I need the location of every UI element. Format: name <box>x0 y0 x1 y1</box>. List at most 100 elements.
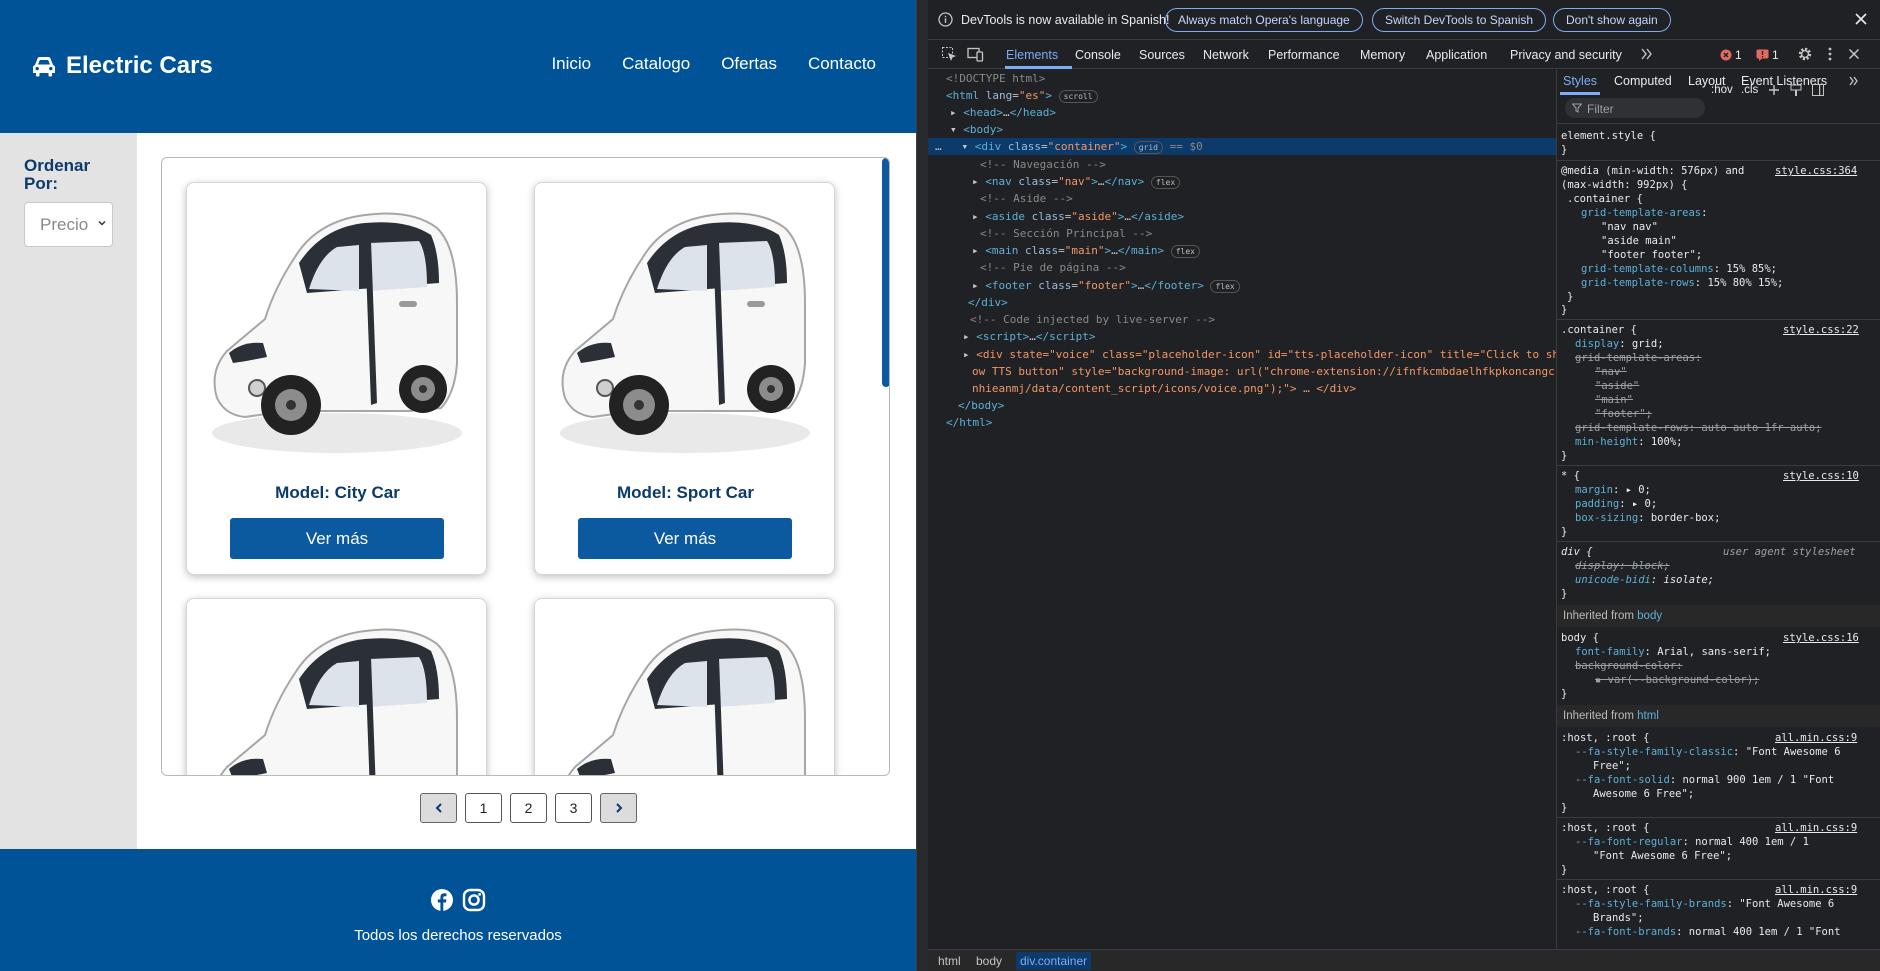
tab-sources[interactable]: Sources <box>1139 48 1185 62</box>
dom-node-container-selected[interactable]: … ▾ <div class="container"> grid == $0 <box>928 138 1556 155</box>
decl-background-color[interactable]: background-color: <box>1575 659 1682 673</box>
tab-privacy-security[interactable]: Privacy and security <box>1510 48 1622 62</box>
see-more-button[interactable]: Ver más <box>578 518 792 559</box>
dom-node-footer[interactable]: ▸ <footer class="footer">…</footer> flex <box>972 277 1240 294</box>
page-button-3[interactable]: 3 <box>555 793 592 823</box>
dom-node-html-close[interactable]: </html> <box>946 414 992 431</box>
dom-node-body[interactable]: ▾ <body> <box>950 121 1003 138</box>
dom-node-head[interactable]: ▸ <head>…</head> <box>950 104 1056 121</box>
decl-min-height[interactable]: min-height: 100%; <box>1575 435 1682 449</box>
kebab-menu-icon[interactable] <box>1822 46 1838 62</box>
issues-icon[interactable] <box>1756 49 1769 61</box>
source-link-all-min[interactable]: all.min.css:9 <box>1775 821 1857 835</box>
flex-badge[interactable]: flex <box>1170 244 1200 258</box>
more-tabs-icon[interactable] <box>1640 47 1654 61</box>
tab-application[interactable]: Application <box>1426 48 1487 62</box>
see-more-button[interactable]: Ver más <box>230 518 444 559</box>
rule-universal[interactable]: * {style.css:10 <box>1561 469 1877 483</box>
next-page-button[interactable] <box>600 793 637 823</box>
dom-node-main[interactable]: ▸ <main class="main">…</main> flex <box>972 242 1200 259</box>
error-count[interactable]: 1 <box>1735 48 1742 62</box>
flex-badge[interactable]: flex <box>1210 279 1240 293</box>
decl-grid-template-columns[interactable]: grid-template-columns: 15% 85%; <box>1581 262 1777 276</box>
dom-node-aside[interactable]: ▸ <aside class="aside">…</aside> <box>972 208 1184 225</box>
decl-grid-template-rows[interactable]: grid-template-rows: 15% 80% 15%; <box>1581 276 1783 290</box>
devtools-resizer[interactable] <box>916 0 928 971</box>
dom-node-script[interactable]: ▸ <script>…</script> <box>963 328 1095 345</box>
source-link-style-22[interactable]: style.css:22 <box>1783 323 1859 337</box>
menu-link-contacto[interactable]: Contacto <box>808 54 876 74</box>
rule-container[interactable]: .container {style.css:22 <box>1561 323 1877 337</box>
tab-computed[interactable]: Computed <box>1614 74 1672 88</box>
tab-elements[interactable]: Elements <box>1006 48 1058 62</box>
close-devtools-icon[interactable] <box>1846 46 1862 62</box>
source-link-style-364[interactable]: style.css:364 <box>1775 164 1857 178</box>
dom-node-voice-div[interactable]: ▸ <div state="voice" class="placeholder-… <box>963 346 1556 363</box>
decl-grid-template-rows-overridden[interactable]: grid-template-rows: auto auto 1fr auto; <box>1575 421 1822 435</box>
grid-badge[interactable]: grid <box>1133 140 1163 154</box>
breadcrumb-div-container[interactable]: div.container <box>1016 952 1092 970</box>
page-button-1[interactable]: 1 <box>465 793 502 823</box>
menu-link-ofertas[interactable]: Ofertas <box>721 54 777 74</box>
catalog-scrollbar[interactable] <box>882 158 889 387</box>
rule-element-style[interactable]: element.style { <box>1561 129 1656 143</box>
sort-select[interactable]: Precio <box>24 202 113 247</box>
dom-comment-nav[interactable]: <!-- Navegación --> <box>980 156 1106 173</box>
decl-margin[interactable]: margin: ▸ 0; <box>1575 483 1651 497</box>
dom-comment-main[interactable]: <!-- Sección Principal --> <box>980 225 1152 242</box>
page-button-2[interactable]: 2 <box>510 793 547 823</box>
plus-icon[interactable] <box>1767 83 1781 97</box>
decl-padding[interactable]: padding: ▸ 0; <box>1575 497 1657 511</box>
paint-brush-icon[interactable] <box>1789 83 1803 97</box>
tab-console[interactable]: Console <box>1075 48 1121 62</box>
dom-node-nav[interactable]: ▸ <nav class="nav">…</nav> flex <box>972 173 1181 190</box>
facebook-icon[interactable] <box>430 888 454 912</box>
rule-media-query[interactable]: @media (min-width: 576px) and style.css:3… <box>1561 164 1877 178</box>
source-link-style-16[interactable]: style.css:16 <box>1783 631 1859 645</box>
tab-network[interactable]: Network <box>1203 48 1249 62</box>
dom-node-container-close[interactable]: </div> <box>968 294 1008 311</box>
sidebar-toggle-icon[interactable] <box>1811 83 1825 97</box>
rule-div-ua[interactable]: div {user agent stylesheet <box>1561 545 1877 559</box>
breadcrumb-body[interactable]: body <box>976 954 1002 968</box>
rule-host-root[interactable]: :host, :root {all.min.css:9 <box>1561 821 1877 835</box>
menu-link-inicio[interactable]: Inicio <box>551 54 591 74</box>
flex-badge[interactable]: flex <box>1150 175 1181 189</box>
catalog-grid[interactable]: Model: City Car Ver más Model: Sport Car… <box>161 157 890 776</box>
tab-memory[interactable]: Memory <box>1360 48 1405 62</box>
decl-grid-template-areas[interactable]: grid-template-areas: <box>1581 206 1707 220</box>
close-icon[interactable] <box>1852 10 1870 28</box>
rule-host-root[interactable]: :host, :root {all.min.css:9 <box>1561 883 1877 897</box>
tab-performance[interactable]: Performance <box>1268 48 1340 62</box>
menu-link-catalogo[interactable]: Catalogo <box>622 54 690 74</box>
rule-host-root[interactable]: :host, :root {all.min.css:9 <box>1561 731 1877 745</box>
more-tabs-icon[interactable] <box>1848 75 1860 87</box>
match-language-button[interactable]: Always match Opera's language <box>1165 8 1363 32</box>
prev-page-button[interactable] <box>420 793 457 823</box>
tab-styles[interactable]: Styles <box>1563 74 1597 88</box>
decl-font-family[interactable]: font-family: Arial, sans-serif; <box>1575 645 1771 659</box>
dom-tree[interactable]: <!DOCTYPE html> <html lang="es"> scroll … <box>928 70 1556 950</box>
device-toolbar-icon[interactable] <box>967 46 984 63</box>
decl-display-grid[interactable]: display: grid; <box>1575 337 1664 351</box>
dom-node-html[interactable]: <html lang="es"> scroll <box>946 87 1098 104</box>
source-link-all-min[interactable]: all.min.css:9 <box>1775 883 1857 897</box>
brand[interactable]: Electric Cars <box>31 48 213 84</box>
error-icon[interactable] <box>1720 49 1732 61</box>
rule-body[interactable]: body {style.css:16 <box>1561 631 1877 645</box>
inspect-element-icon[interactable] <box>941 46 958 63</box>
hover-state-toggle[interactable]: :hov <box>1711 84 1733 96</box>
dont-show-again-button[interactable]: Don't show again <box>1553 8 1671 32</box>
source-link-all-min[interactable]: all.min.css:9 <box>1775 731 1857 745</box>
class-toggle[interactable]: .cls <box>1741 84 1758 96</box>
styles-filter-input[interactable]: Filter <box>1565 98 1705 118</box>
dom-comment-live-server[interactable]: <!-- Code injected by live-server --> <box>970 311 1215 328</box>
instagram-icon[interactable] <box>462 888 486 912</box>
switch-spanish-button[interactable]: Switch DevTools to Spanish <box>1372 8 1547 32</box>
gear-icon[interactable] <box>1797 46 1813 62</box>
decl-box-sizing[interactable]: box-sizing: border-box; <box>1575 511 1720 525</box>
dom-comment-footer[interactable]: <!-- Pie de página --> <box>980 259 1126 276</box>
dom-node-body-close[interactable]: </body> <box>958 397 1004 414</box>
source-link-style-10[interactable]: style.css:10 <box>1783 469 1859 483</box>
breadcrumb-html[interactable]: html <box>938 954 961 968</box>
